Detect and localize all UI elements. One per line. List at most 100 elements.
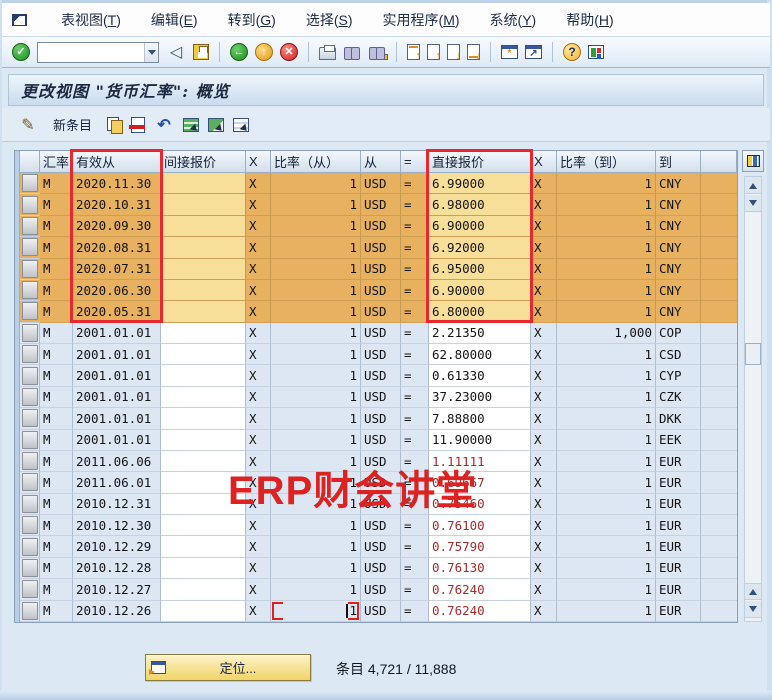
- cell-direct[interactable]: 0.75790: [429, 536, 531, 557]
- column-header-8[interactable]: 直接报价: [429, 151, 531, 172]
- scroll-page-down-button[interactable]: [745, 601, 761, 618]
- cell-indirect[interactable]: [161, 237, 246, 258]
- cell-indirect[interactable]: [161, 430, 246, 451]
- cell-indirect[interactable]: [161, 173, 246, 194]
- cell-direct[interactable]: 0.75460: [429, 494, 531, 515]
- scroll-page-up-button[interactable]: [745, 583, 761, 600]
- table-settings-button[interactable]: [742, 150, 764, 172]
- row-selector[interactable]: [22, 452, 38, 470]
- cell-indirect[interactable]: [161, 601, 246, 622]
- row-selector[interactable]: [22, 324, 38, 342]
- cell-direct[interactable]: 11.90000: [429, 430, 531, 451]
- cell-direct[interactable]: 6.80000: [429, 301, 531, 322]
- column-header-11[interactable]: 到: [656, 151, 701, 172]
- cell-indirect[interactable]: [161, 387, 246, 408]
- back-icon[interactable]: ←: [230, 43, 248, 61]
- copy-icon[interactable]: [107, 117, 122, 133]
- scroll-up-button[interactable]: [745, 177, 761, 194]
- row-selector[interactable]: [22, 580, 38, 598]
- row-selector[interactable]: [22, 409, 38, 427]
- cell-direct[interactable]: 6.98000: [429, 194, 531, 215]
- cell-direct[interactable]: 0.69667: [429, 472, 531, 493]
- row-selector[interactable]: [22, 495, 38, 513]
- cell-direct[interactable]: 0.76100: [429, 515, 531, 536]
- row-selector[interactable]: [22, 281, 38, 299]
- cell-indirect[interactable]: [161, 472, 246, 493]
- scroll-down-button[interactable]: [745, 195, 761, 212]
- column-header-3[interactable]: 间接报价: [161, 151, 246, 172]
- column-header-7[interactable]: =: [401, 151, 429, 172]
- cell-indirect[interactable]: [161, 301, 246, 322]
- row-selector[interactable]: [22, 238, 38, 256]
- cell-direct[interactable]: 6.90000: [429, 216, 531, 237]
- cell-rf[interactable]: 1: [271, 601, 361, 622]
- cancel-icon[interactable]: ✕: [280, 43, 298, 61]
- new-session-icon[interactable]: *: [501, 45, 518, 59]
- cell-indirect[interactable]: [161, 216, 246, 237]
- cell-direct[interactable]: 37.23000: [429, 387, 531, 408]
- row-selector[interactable]: [22, 302, 38, 320]
- column-header-10[interactable]: 比率（到）: [557, 151, 656, 172]
- cell-indirect[interactable]: [161, 259, 246, 280]
- back-triangle-icon[interactable]: ◁: [166, 42, 186, 62]
- cell-direct[interactable]: 62.80000: [429, 344, 531, 365]
- undo-icon[interactable]: ↶: [154, 115, 174, 135]
- menu-item-4[interactable]: 实用程序(M): [375, 8, 468, 32]
- cell-direct[interactable]: 6.90000: [429, 280, 531, 301]
- row-selector[interactable]: [22, 367, 38, 385]
- cell-indirect[interactable]: [161, 344, 246, 365]
- save-icon[interactable]: [193, 44, 209, 60]
- column-header-2[interactable]: 有效从: [73, 151, 161, 172]
- command-field-dropdown-icon[interactable]: [144, 43, 158, 62]
- cell-direct[interactable]: 1.11111: [429, 451, 531, 472]
- row-selector[interactable]: [22, 431, 38, 449]
- cell-indirect[interactable]: [161, 536, 246, 557]
- cell-indirect[interactable]: [161, 451, 246, 472]
- cell-direct[interactable]: 6.95000: [429, 259, 531, 280]
- row-selector[interactable]: [22, 538, 38, 556]
- cell-indirect[interactable]: [161, 194, 246, 215]
- column-header-9[interactable]: X: [531, 151, 557, 172]
- display-change-icon[interactable]: ✎: [18, 115, 38, 135]
- cell-indirect[interactable]: [161, 579, 246, 600]
- cell-direct[interactable]: 0.76240: [429, 601, 531, 622]
- vertical-scrollbar[interactable]: [744, 176, 762, 622]
- print-icon[interactable]: [319, 47, 336, 60]
- select-all-icon[interactable]: [183, 118, 199, 132]
- column-header-6[interactable]: 从: [361, 151, 401, 172]
- cell-indirect[interactable]: [161, 515, 246, 536]
- cell-indirect[interactable]: [161, 280, 246, 301]
- menu-item-1[interactable]: 编辑(E): [143, 8, 206, 32]
- cell-direct[interactable]: 2.21350: [429, 323, 531, 344]
- column-header-1[interactable]: 汇率: [40, 151, 73, 172]
- row-selector[interactable]: [22, 559, 38, 577]
- find-icon[interactable]: [343, 45, 361, 59]
- scrollbar-thumb[interactable]: [745, 343, 761, 365]
- find-next-icon[interactable]: [368, 45, 386, 59]
- cell-direct[interactable]: 6.92000: [429, 237, 531, 258]
- cell-direct[interactable]: 7.88800: [429, 408, 531, 429]
- row-selector[interactable]: [22, 260, 38, 278]
- help-icon[interactable]: ?: [563, 43, 581, 61]
- row-selector[interactable]: [22, 473, 38, 491]
- system-menu-icon[interactable]: [12, 14, 27, 26]
- row-selector[interactable]: [22, 217, 38, 235]
- position-button[interactable]: 定位...: [145, 654, 311, 681]
- menu-item-0[interactable]: 表视图(T): [53, 8, 129, 32]
- cell-direct[interactable]: 0.76130: [429, 558, 531, 579]
- create-shortcut-icon[interactable]: ↗: [525, 45, 542, 59]
- new-entries-button[interactable]: 新条目: [47, 112, 98, 137]
- menu-item-3[interactable]: 选择(S): [298, 8, 361, 32]
- menu-item-2[interactable]: 转到(G): [220, 8, 284, 32]
- row-selector[interactable]: [22, 345, 38, 363]
- cell-direct[interactable]: 0.76240: [429, 579, 531, 600]
- column-header-4[interactable]: X: [246, 151, 271, 172]
- next-page-icon[interactable]: ↓: [447, 44, 460, 60]
- row-selector[interactable]: [22, 516, 38, 534]
- previous-page-icon[interactable]: ↑: [427, 44, 440, 60]
- cell-indirect[interactable]: [161, 494, 246, 515]
- cell-indirect[interactable]: [161, 365, 246, 386]
- cell-direct[interactable]: 6.99000: [429, 173, 531, 194]
- deselect-all-icon[interactable]: [233, 118, 249, 132]
- delete-row-icon[interactable]: [131, 117, 145, 133]
